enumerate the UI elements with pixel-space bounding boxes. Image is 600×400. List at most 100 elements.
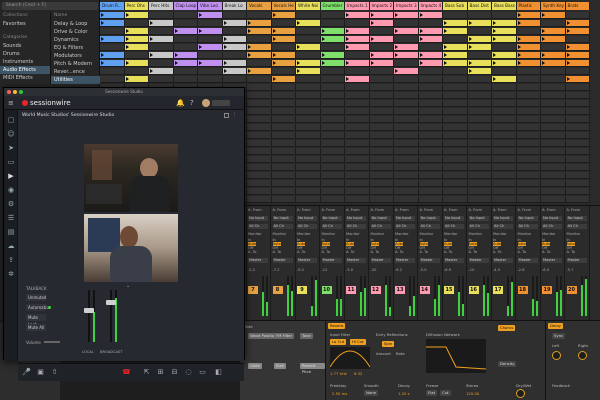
clip-slot[interactable] [492, 164, 517, 171]
volume-db[interactable]: -6.9 [444, 268, 451, 272]
clip-slot[interactable] [100, 52, 125, 59]
monitor-option[interactable]: Off [493, 246, 498, 250]
track-number[interactable]: 15 [444, 286, 454, 294]
clip-slot[interactable] [271, 196, 296, 203]
clip-slot[interactable] [418, 108, 443, 115]
master-label[interactable]: Master [566, 258, 587, 263]
clip-slot[interactable] [247, 76, 272, 83]
monitor-option[interactable]: Off [518, 246, 523, 250]
clip-play-icon[interactable] [101, 61, 104, 65]
clip-slot[interactable] [369, 140, 394, 147]
clip-slot[interactable] [541, 164, 566, 171]
clip-slot[interactable] [565, 20, 590, 27]
clip-slot[interactable] [320, 84, 345, 91]
track-header[interactable]: Plastic [516, 2, 541, 10]
clip-slot[interactable] [565, 12, 590, 19]
clip-slot[interactable] [320, 76, 345, 83]
clip-play-icon[interactable] [297, 61, 300, 65]
clip-slot[interactable] [492, 172, 517, 179]
clip-slot[interactable] [345, 140, 370, 147]
clip-slot[interactable] [198, 52, 223, 59]
clip-slot[interactable] [443, 156, 468, 163]
clip-play-icon[interactable] [566, 45, 570, 49]
clip-play-icon[interactable] [321, 53, 325, 57]
file-item[interactable]: Delay & Loop [51, 20, 100, 28]
clip-slot[interactable] [467, 60, 492, 67]
user-name-pill[interactable] [212, 100, 230, 106]
clip-slot[interactable] [541, 124, 566, 131]
clip-slot[interactable] [565, 148, 590, 155]
people-icon[interactable]: ☺ [7, 130, 15, 138]
clip-play-icon[interactable] [101, 53, 104, 57]
clip-slot[interactable] [296, 68, 321, 75]
bell-icon[interactable]: 🔔 [176, 99, 185, 107]
clip-play-icon[interactable] [566, 29, 570, 33]
clip-slot[interactable] [492, 92, 517, 99]
clip-slot[interactable] [124, 28, 149, 35]
clip-slot[interactable] [247, 36, 272, 43]
master-label[interactable]: Master [346, 258, 366, 263]
clip-slot[interactable] [173, 68, 198, 75]
category-item[interactable]: MIDI Effects [0, 74, 50, 82]
clip-slot[interactable] [271, 92, 296, 99]
clip-slot[interactable] [271, 180, 296, 187]
all-channels[interactable]: All Ch [566, 224, 587, 229]
clip-slot[interactable] [443, 116, 468, 123]
clip-play-icon[interactable] [174, 53, 178, 57]
chat-bubble-icon[interactable]: ◌ [184, 368, 193, 377]
fm-filter-button[interactable]: FM Filter [274, 333, 295, 339]
clip-slot[interactable] [222, 36, 247, 43]
clip-play-icon[interactable] [272, 77, 276, 81]
unmuted-button[interactable]: Unmuted [26, 294, 46, 301]
monitor-option[interactable]: Off [420, 246, 425, 250]
file-item[interactable]: Drive & Color [51, 28, 100, 36]
clip-play-icon[interactable] [125, 77, 129, 81]
all-channels[interactable]: All Ch [395, 224, 415, 229]
clip-play-icon[interactable] [444, 61, 447, 65]
clip-slot[interactable] [467, 188, 492, 195]
clip-slot[interactable] [492, 180, 517, 187]
clip-slot[interactable] [394, 68, 419, 75]
clip-slot[interactable] [467, 52, 492, 59]
clip-slot[interactable] [296, 52, 321, 59]
track-number[interactable]: 11 [346, 286, 356, 294]
clip-slot[interactable] [320, 68, 345, 75]
clip-play-icon[interactable] [199, 45, 202, 49]
input-label[interactable]: No Input [517, 216, 538, 221]
clip-slot[interactable] [492, 20, 517, 27]
category-item[interactable]: Sounds [0, 42, 50, 50]
clip-slot[interactable] [320, 148, 345, 155]
clip-slot[interactable] [516, 76, 541, 83]
clip-slot[interactable] [173, 76, 198, 83]
clip-slot[interactable] [492, 196, 517, 203]
master-label[interactable]: Master [493, 258, 513, 263]
all-channels[interactable]: All Ch [346, 224, 366, 229]
clip-slot[interactable] [369, 108, 394, 115]
clip-play-icon[interactable] [272, 29, 276, 33]
clip-slot[interactable] [418, 132, 443, 139]
clip-slot[interactable] [345, 68, 370, 75]
clip-slot[interactable] [222, 76, 247, 83]
clip-slot[interactable] [320, 132, 345, 139]
clip-play-icon[interactable] [419, 37, 423, 41]
all-channels[interactable]: All Ch [297, 224, 317, 229]
track-number[interactable]: 12 [370, 286, 381, 294]
master-label[interactable]: Master [517, 258, 538, 263]
clip-slot[interactable] [271, 100, 296, 107]
clip-slot[interactable] [345, 156, 370, 163]
clip-slot[interactable] [565, 180, 590, 187]
clip-play-icon[interactable] [199, 13, 202, 17]
clip-play-icon[interactable] [174, 29, 178, 33]
clip-slot[interactable] [345, 172, 370, 179]
input-label[interactable]: No Input [566, 216, 587, 221]
spin-button[interactable]: Spin [382, 341, 395, 347]
clip-slot[interactable] [247, 116, 272, 123]
clip-play-icon[interactable] [125, 37, 129, 41]
clip-play-icon[interactable] [370, 13, 374, 17]
clip-slot[interactable] [296, 148, 321, 155]
clip-slot[interactable] [247, 180, 272, 187]
clip-slot[interactable] [443, 84, 468, 91]
clip-slot[interactable] [443, 148, 468, 155]
menu-icon[interactable]: ≡ [8, 99, 14, 107]
clip-slot[interactable] [394, 196, 419, 203]
